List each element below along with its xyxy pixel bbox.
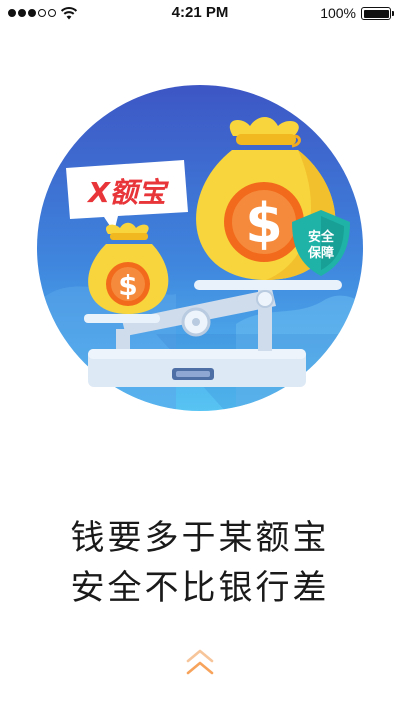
chevron-up-icon[interactable] <box>183 646 217 680</box>
hero-illustration: X额宝 $ $ 安全 保障 <box>37 85 363 411</box>
slogan-line-1: 钱要多于某额宝 <box>70 518 330 558</box>
small-bag-dollar: $ <box>118 269 137 302</box>
shield-text-line1: 安全 <box>308 229 335 245</box>
battery-icon <box>361 7 394 20</box>
status-bar: 4:21 PM 100% <box>0 0 400 26</box>
slogan-line-2: 安全不比银行差 <box>70 568 330 608</box>
large-bag-dollar: $ <box>245 192 283 255</box>
bubble-text: X额宝 <box>86 176 170 209</box>
battery-percentage: 100% <box>320 5 356 21</box>
shield-text-line2: 保障 <box>307 245 334 261</box>
